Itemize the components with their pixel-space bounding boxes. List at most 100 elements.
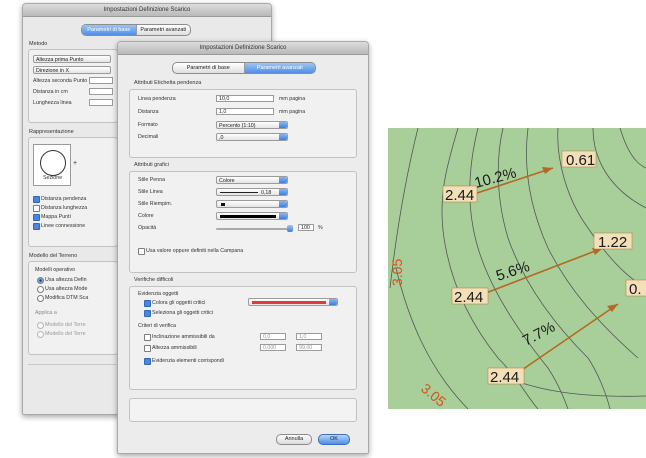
slope-map: 10.2% 5.6% 7.7% 0.61 1.22 0. 2.44 2.44 2… <box>388 128 646 409</box>
metodo-group: Altezza prima Punto Direzione in X Altez… <box>28 49 118 123</box>
check-distanza-lunghezza-label: Distanza lunghezza <box>41 205 88 211</box>
check-linee-connessione-label: Linee connessione <box>41 223 86 229</box>
preview-box: Sezione <box>33 144 71 186</box>
section-pendenza-title: Attributi Etichetta pendenza <box>134 80 202 86</box>
rappresentazione-group: Sezione + Distanza pendenza Distanza lun… <box>28 137 118 247</box>
stile-linea-line-icon <box>220 192 258 193</box>
stile-linea-chevron-icon <box>279 189 287 195</box>
section-verifica-group: Evidenzia oggetti Colora gli oggetti cri… <box>129 286 357 390</box>
metodo-popup-2-value: Direzione in X <box>36 68 69 74</box>
metodo-popup[interactable]: Altezza prima Punto <box>33 55 111 63</box>
slope-map-panel: 10.2% 5.6% 7.7% 0.61 1.22 0. 2.44 2.44 2… <box>388 128 646 409</box>
front-empty-footer-group <box>129 398 357 422</box>
check-distanza-pendenza[interactable] <box>33 196 40 203</box>
distanza-field[interactable]: 1,0 <box>216 108 274 115</box>
colore-label: Colore <box>138 213 154 219</box>
fill-square-icon <box>221 203 225 206</box>
formato-popup-value: Percento (1:10) <box>219 123 256 129</box>
top-label-1: 0.61 <box>566 152 595 169</box>
distanza-cm-field[interactable] <box>89 88 113 95</box>
check-mappa-punti[interactable] <box>33 214 40 221</box>
stile-riempimento-label: Stile Riempim. <box>138 201 173 207</box>
colore-swatch <box>220 215 276 218</box>
altezza-from-field[interactable]: 0,000 <box>260 344 286 351</box>
stile-linea-value: 0,18 <box>261 190 272 196</box>
stile-linea-popup[interactable]: 0,18 <box>216 188 288 196</box>
check-distanza-pendenza-label: Distanza pendenza <box>41 196 87 202</box>
opacita-slider-thumb[interactable] <box>287 225 293 232</box>
back-tab-base[interactable]: Parametri di base <box>82 25 137 35</box>
metodo-popup-value: Altezza prima Punto <box>36 57 84 63</box>
back-footer-divider <box>28 364 116 365</box>
preview-plus-icon: + <box>73 160 78 167</box>
ok-button[interactable]: OK <box>318 434 350 445</box>
front-dialog-titlebar: Impostazioni Definizione Scarico <box>118 42 368 55</box>
preview-label: Sezione <box>43 175 63 181</box>
radio-applica-2[interactable] <box>37 331 44 338</box>
stile-penna-popup[interactable]: Colore <box>216 176 288 184</box>
annulla-button[interactable]: Annulla <box>276 434 312 445</box>
colora-checkbox[interactable] <box>144 300 151 307</box>
evidenzia-label: Evidenzia oggetti <box>138 291 179 297</box>
stile-penna-value: Colore <box>219 178 235 184</box>
evidenzia-corr-checkbox[interactable] <box>144 358 151 365</box>
colore-chevron-icon <box>279 213 287 219</box>
highlight-color-popup[interactable] <box>248 298 338 306</box>
modello-header: Modello del Terreno <box>29 253 78 259</box>
radio-usa-altezza-defin[interactable] <box>37 277 44 284</box>
linea-pendenza-label: Linea pendenza <box>138 96 176 102</box>
radio-usa-altezza-mode-label: Usa altezza Mode <box>45 286 88 292</box>
colore-popup[interactable] <box>216 212 288 220</box>
front-tab-base[interactable]: Parametri di base <box>173 63 245 73</box>
radio-modifica-dtm-label: Modifica DTM Sca <box>45 295 89 301</box>
opacita-unit: % <box>318 225 323 231</box>
front-tab-advanced[interactable]: Parametri avanzati <box>244 63 315 73</box>
inclinazione-label: Inclinazione ammissibili da <box>152 334 215 340</box>
stile-penna-chevron-icon <box>279 177 287 183</box>
inclinazione-to-field[interactable]: 1,0 <box>296 333 322 340</box>
back-dialog-titlebar: Impostazioni Definizione Scarico <box>23 4 271 17</box>
back-tab-advanced[interactable]: Parametri avanzati <box>137 25 191 35</box>
seleziona-label: Seleziona gli oggetti critici <box>152 310 213 316</box>
distanza-label: Distanza <box>138 109 159 115</box>
stile-riempimento-chevron-icon <box>279 201 287 207</box>
altezza-checkbox[interactable] <box>144 345 151 352</box>
linea-pendenza-field[interactable]: 10,0 <box>216 95 274 102</box>
modello-group: Modelli operativo Usa altezza Defin Usa … <box>28 261 118 355</box>
contour-label-a: 3.05 <box>389 259 405 286</box>
section-grafici-title: Attributi grafici <box>134 162 169 168</box>
top-label-3: 0. <box>629 281 642 298</box>
stile-linea-label: Stile Linea <box>138 189 163 195</box>
lunghezza-linea-field[interactable] <box>89 99 113 106</box>
usa-valore-checkbox[interactable] <box>138 248 145 255</box>
inclinazione-from-field[interactable]: 0,0 <box>260 333 286 340</box>
stile-riempimento-popup[interactable] <box>216 200 288 208</box>
check-linee-connessione[interactable] <box>33 223 40 230</box>
metodo-popup-2[interactable]: Direzione in X <box>33 66 111 74</box>
modelli-label: Modelli operativo <box>35 267 76 273</box>
check-distanza-lunghezza[interactable] <box>33 205 40 212</box>
altezza-label: Altezza ammissibili <box>152 345 197 351</box>
colora-label: Colora gli oggetti critici <box>152 300 206 306</box>
opacita-field[interactable]: 100 <box>298 224 314 231</box>
stile-penna-label: Stile Penna <box>138 177 166 183</box>
inclinazione-checkbox[interactable] <box>144 334 151 341</box>
formato-popup[interactable]: Percento (1:10) <box>216 121 288 129</box>
seleziona-checkbox[interactable] <box>144 310 151 317</box>
decimali-popup[interactable]: ,0 <box>216 133 288 141</box>
radio-applica-1[interactable] <box>37 322 44 329</box>
base-label-3: 2.44 <box>490 369 519 386</box>
radio-usa-altezza-mode[interactable] <box>37 286 44 293</box>
lunghezza-linea-label: Lunghezza linea <box>33 100 72 106</box>
opacita-slider-track[interactable] <box>216 228 290 230</box>
highlight-color-swatch <box>252 301 326 304</box>
section-grafici-group: Stile Penna Colore Stile Linea 0,18 Stil… <box>129 171 357 273</box>
front-dialog-window: Impostazioni Definizione Scarico Paramet… <box>117 41 369 454</box>
front-tab-control: Parametri di base Parametri avanzati <box>172 62 316 74</box>
decimali-label: Decimali <box>138 134 159 140</box>
altezza-to-field[interactable]: 99,00 <box>296 344 322 351</box>
decimali-chevron-icon <box>279 134 287 140</box>
altezza-seconda-field[interactable] <box>89 77 113 84</box>
radio-modifica-dtm[interactable] <box>37 295 44 302</box>
usa-valore-label: Usa valore oppure definiti nella Campana <box>146 248 244 254</box>
